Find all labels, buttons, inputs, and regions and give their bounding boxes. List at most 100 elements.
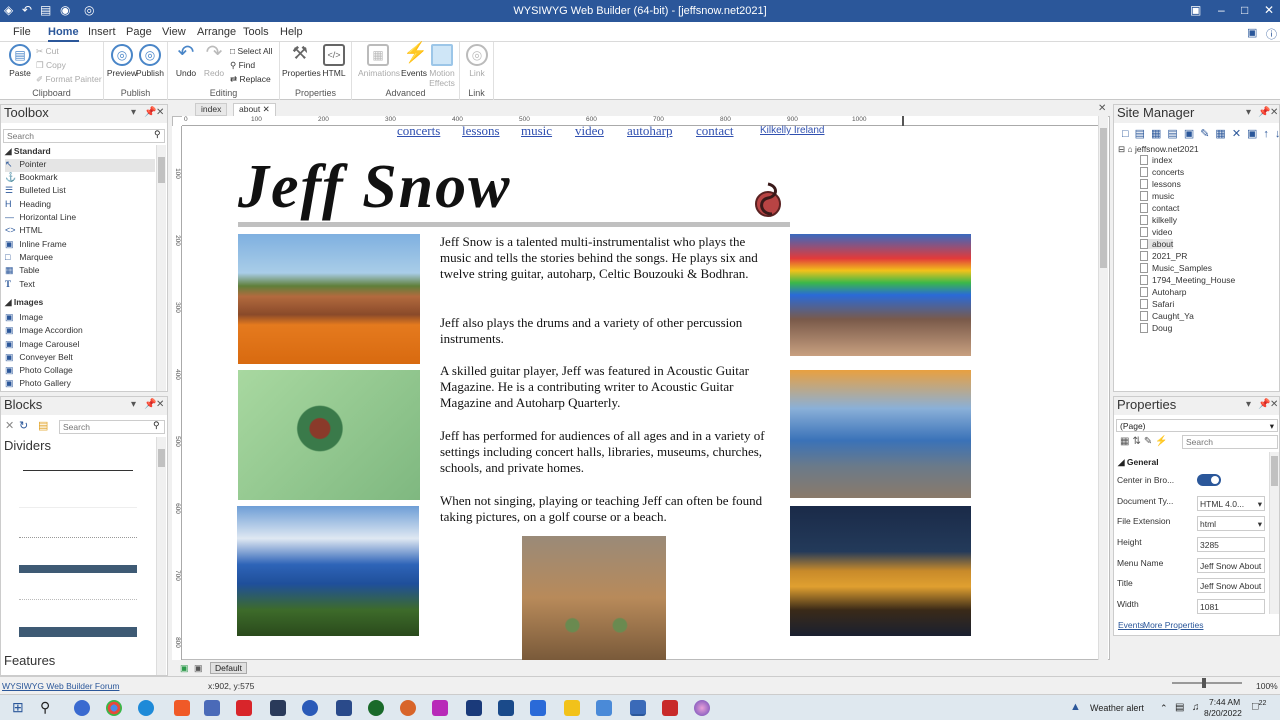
site-tree-page[interactable]: video (1140, 227, 1172, 237)
maximize-icon[interactable]: □ (1241, 3, 1248, 17)
bio-paragraph-5[interactable]: When not singing, playing or teaching Je… (440, 493, 778, 525)
paste-button[interactable]: ▤ Paste (2, 44, 38, 78)
tab-tools[interactable]: Tools (243, 26, 269, 38)
clock-time[interactable]: 7:44 AM (1209, 697, 1240, 707)
calendar-icon[interactable] (204, 700, 220, 716)
tray-chevron-icon[interactable]: ⌃ (1160, 703, 1168, 714)
site-tree-page[interactable]: music (1140, 191, 1174, 201)
heading-divider[interactable] (238, 222, 790, 227)
nav-link-music[interactable]: music (521, 123, 552, 139)
parliament-night-photo[interactable] (790, 506, 971, 636)
toolbox-item-image[interactable]: ▣ Image (5, 312, 155, 325)
site-manager-pin-icon[interactable]: 📌 (1258, 107, 1270, 118)
divider-block-6[interactable] (19, 627, 137, 637)
weather-alert[interactable]: Weather alert (1090, 703, 1144, 713)
toolbox-item-horizontal-line[interactable]: — Horizontal Line (5, 212, 155, 225)
app-icon-11[interactable] (694, 700, 710, 716)
menu-name-field[interactable]: Jeff Snow About (1197, 558, 1265, 573)
app-icon-1[interactable] (74, 700, 90, 716)
lighthouse-photo[interactable] (790, 370, 971, 498)
bio-paragraph-1[interactable]: Jeff Snow is a talented multi-instrument… (440, 234, 778, 283)
toolbox-search-icon[interactable]: ⚲ (154, 129, 161, 140)
clock-date[interactable]: 8/20/2022 (1204, 708, 1242, 718)
width-field[interactable]: 1081 (1197, 599, 1265, 614)
bio-paragraph-3[interactable]: A skilled guitar player, Jeff was featur… (440, 363, 778, 412)
add-layout-icon[interactable]: ▣ (180, 663, 189, 674)
toolbox-search-input[interactable] (3, 129, 165, 143)
toolbox-item-image-carousel[interactable]: ▣ Image Carousel (5, 339, 155, 352)
filezilla-icon[interactable] (662, 700, 678, 716)
canvas-scrollbar[interactable] (1098, 116, 1108, 660)
remove-layout-icon[interactable]: ▣ (194, 663, 203, 674)
title-field[interactable]: Jeff Snow About (1197, 578, 1265, 593)
hummingbird-photo[interactable] (238, 370, 420, 500)
site-tree-page[interactable]: Caught_Ya (1140, 311, 1194, 321)
height-field[interactable]: 3285 (1197, 537, 1265, 552)
nav-link-kilkelly[interactable]: Kilkelly Ireland (760, 125, 824, 136)
site-tree-page[interactable]: Doug (1140, 323, 1172, 333)
toolbox-item-photo-collage[interactable]: ▣ Photo Collage (5, 365, 155, 378)
toolbox-item-bulleted-list[interactable]: ☰ Bulleted List (5, 185, 155, 198)
nav-link-video[interactable]: video (575, 123, 604, 139)
app-icon-2[interactable] (236, 700, 252, 716)
zoom-slider[interactable] (1172, 678, 1242, 688)
cut-button[interactable]: ✂ Cut (36, 46, 59, 57)
app-icon-3[interactable] (270, 700, 286, 716)
file-extension-select[interactable]: html ▾ (1197, 516, 1265, 531)
tab-about[interactable]: about ✕ (233, 103, 276, 116)
select-all-button[interactable]: □ Select All (230, 46, 272, 56)
toolbox-menu-icon[interactable]: ▾ (131, 107, 136, 118)
site-tree-page[interactable]: 2021_PR (1140, 251, 1187, 261)
more-properties-link[interactable]: More Properties (1143, 620, 1203, 630)
redo-button[interactable]: ↷ Redo (196, 43, 232, 78)
events-link[interactable]: Events (1118, 620, 1144, 630)
properties-close-icon[interactable]: ✕ (1270, 399, 1278, 410)
windows-start-icon[interactable]: ⊞ (12, 699, 24, 716)
toolbox-item-bookmark[interactable]: ⚓ Bookmark (5, 172, 155, 185)
tab-close-icon[interactable]: ✕ (263, 104, 270, 114)
app-icon-5[interactable] (336, 700, 352, 716)
blocks-clear-icon[interactable]: ✕ (5, 419, 14, 432)
chrome-icon[interactable] (106, 700, 122, 716)
link-button[interactable]: ◎ Link (459, 44, 495, 78)
properties-scrollbar[interactable] (1269, 452, 1279, 614)
notification-icon[interactable]: □22 (1252, 700, 1266, 713)
blocks-search-input[interactable] (59, 420, 165, 434)
toolbox-category-images[interactable]: ◢ Images (5, 297, 43, 308)
network-icon[interactable]: ▤ (1175, 702, 1184, 713)
object-selector[interactable]: (Page) ▾ (1116, 419, 1278, 432)
toolbox-close-icon[interactable]: ✕ (156, 107, 164, 118)
properties-menu-icon[interactable]: ▾ (1246, 399, 1251, 410)
site-tree-page[interactable]: lessons (1140, 179, 1181, 189)
site-tree-page[interactable]: index (1140, 155, 1172, 165)
close-icon[interactable]: ✕ (1264, 3, 1274, 17)
tab-arrange[interactable]: Arrange (197, 26, 236, 38)
toolbox-item-conveyer-belt[interactable]: ▣ Conveyer Belt (5, 352, 155, 365)
properties-pin-icon[interactable]: 📌 (1258, 399, 1270, 410)
document-close-icon[interactable]: ✕ (1098, 103, 1106, 114)
blocks-category-features[interactable]: Features (4, 653, 55, 668)
restore-ribbon-icon[interactable]: ▣ (1190, 3, 1201, 17)
volume-icon[interactable]: ♫ (1192, 702, 1200, 713)
toolbox-scrollbar[interactable] (156, 145, 166, 391)
app-icon-7[interactable] (400, 700, 416, 716)
weather-channel-icon[interactable] (498, 700, 514, 716)
minimize-icon[interactable]: – (1218, 3, 1225, 17)
format-painter-button[interactable]: ✐ Format Painter (36, 74, 102, 85)
blocks-menu-icon[interactable]: ▾ (131, 399, 136, 410)
toolbox-item-table[interactable]: ▦ Table (5, 265, 155, 278)
properties-group-general[interactable]: ◢ General (1118, 457, 1159, 468)
properties-search-input[interactable] (1182, 435, 1278, 449)
tab-file[interactable]: File (13, 26, 31, 38)
toolbox-item-heading[interactable]: H Heading (5, 199, 155, 212)
bio-paragraph-4[interactable]: Jeff has performed for audiences of all … (440, 428, 778, 477)
blocks-pin-icon[interactable]: 📌 (144, 399, 156, 410)
toolbox-item-html[interactable]: <> HTML (5, 225, 155, 238)
publish-button[interactable]: ◎ Publish (132, 44, 168, 78)
app-icon-9[interactable] (466, 700, 482, 716)
site-tree-page[interactable]: Safari (1140, 299, 1174, 309)
page-heading[interactable]: Jeff Snow (238, 150, 512, 224)
page-width-marker[interactable] (902, 116, 904, 126)
divider-block-3[interactable] (19, 537, 137, 539)
umbrella-street-photo[interactable] (790, 234, 971, 356)
